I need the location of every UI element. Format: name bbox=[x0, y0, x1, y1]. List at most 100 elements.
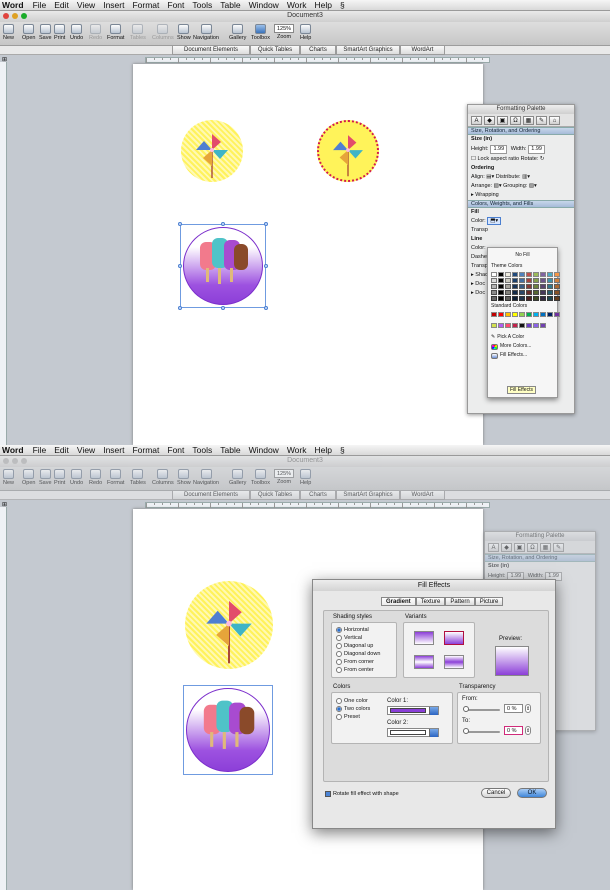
color-swatch[interactable] bbox=[505, 312, 511, 317]
ribbon-tab-charts[interactable]: Charts bbox=[300, 491, 336, 500]
color-swatch[interactable] bbox=[519, 278, 525, 283]
color-swatch[interactable] bbox=[547, 290, 553, 295]
shading-from-corner-radio[interactable]: From corner bbox=[336, 658, 392, 666]
palette-tools-icon[interactable]: ✎ bbox=[536, 116, 547, 125]
color-swatch[interactable] bbox=[540, 296, 546, 301]
color-swatch[interactable] bbox=[533, 323, 539, 328]
color-swatch[interactable] bbox=[498, 278, 504, 283]
toolbar-navigation-button[interactable]: Navigation bbox=[193, 24, 219, 45]
ribbon-tab-quick-tables[interactable]: Quick Tables bbox=[250, 46, 300, 55]
menu-edit[interactable]: Edit bbox=[54, 0, 69, 10]
ribbon-tab-document-elements[interactable]: Document Elements bbox=[172, 491, 250, 500]
color-swatch[interactable] bbox=[505, 284, 511, 289]
palette-styles-icon[interactable]: A bbox=[471, 116, 482, 125]
lock-checkbox[interactable]: ☐ bbox=[471, 156, 476, 162]
from-stepper[interactable]: ⇕ bbox=[525, 704, 531, 713]
to-stepper[interactable]: ⇕ bbox=[525, 726, 531, 735]
zoom-value[interactable]: 125% bbox=[274, 24, 294, 33]
toolbar-print-button[interactable]: Print bbox=[54, 24, 65, 45]
color-swatch[interactable] bbox=[505, 278, 511, 283]
color-swatch[interactable] bbox=[526, 272, 532, 277]
color-swatch[interactable] bbox=[554, 272, 560, 277]
tab-gradient[interactable]: Gradient bbox=[381, 597, 416, 606]
toolbar-undo-button[interactable]: Undo bbox=[70, 24, 83, 45]
color-swatch[interactable] bbox=[533, 278, 539, 283]
menu-table[interactable]: Table bbox=[220, 445, 240, 455]
color-swatch[interactable] bbox=[526, 323, 532, 328]
color-swatch[interactable] bbox=[554, 290, 560, 295]
toolbar-format-button[interactable]: Format bbox=[107, 469, 124, 490]
height-field[interactable]: 1.99 bbox=[490, 145, 508, 154]
variant-3[interactable] bbox=[414, 655, 434, 669]
palette-compat-icon[interactable]: ⌂ bbox=[549, 116, 560, 125]
menu-insert[interactable]: Insert bbox=[103, 0, 124, 10]
color-swatch[interactable] bbox=[526, 312, 532, 317]
variant-1[interactable] bbox=[414, 631, 434, 645]
color-swatch[interactable] bbox=[505, 296, 511, 301]
color-swatch[interactable] bbox=[547, 312, 553, 317]
tab-pattern[interactable]: Pattern bbox=[445, 597, 475, 606]
color-swatch[interactable] bbox=[512, 278, 518, 283]
toolbar-open-button[interactable]: Open bbox=[22, 24, 35, 45]
menu-font[interactable]: Font bbox=[167, 0, 184, 10]
color-swatch[interactable] bbox=[533, 272, 539, 277]
toolbar-help-button[interactable]: Help bbox=[300, 24, 311, 45]
horizontal-ruler[interactable] bbox=[145, 502, 490, 508]
palette-section-size[interactable]: Size, Rotation, and Ordering bbox=[485, 554, 595, 562]
color-swatch[interactable] bbox=[540, 272, 546, 277]
fill-color-button[interactable]: ⬒▾ bbox=[487, 217, 502, 225]
horizontal-ruler[interactable] bbox=[145, 57, 490, 63]
arrange-icon[interactable]: ▧▾ bbox=[494, 183, 502, 189]
palette-photos-icon[interactable]: ▦ bbox=[540, 543, 551, 552]
variant-2-selected[interactable] bbox=[444, 631, 464, 645]
cancel-button[interactable]: Cancel bbox=[481, 788, 511, 798]
toolbar-help-button[interactable]: Help bbox=[300, 469, 311, 490]
color-swatch[interactable] bbox=[533, 290, 539, 295]
color1-picker[interactable] bbox=[387, 706, 439, 715]
script-menu-icon[interactable]: § bbox=[340, 445, 345, 455]
toolbar-navigation-button[interactable]: Navigation bbox=[193, 469, 219, 490]
color-swatch[interactable] bbox=[519, 312, 525, 317]
color-swatch[interactable] bbox=[519, 296, 525, 301]
color-swatch[interactable] bbox=[491, 278, 497, 283]
color-swatch[interactable] bbox=[512, 296, 518, 301]
palette-tools-icon[interactable]: ✎ bbox=[553, 543, 564, 552]
color-swatch[interactable] bbox=[533, 296, 539, 301]
toolbar-tables-button[interactable]: Tables bbox=[130, 24, 146, 45]
pinwheel-hatched-shape[interactable] bbox=[181, 120, 243, 182]
toolbar-toolbox-button[interactable]: Toolbox bbox=[251, 469, 270, 490]
toolbar-open-button[interactable]: Open bbox=[22, 469, 35, 490]
menu-help[interactable]: Help bbox=[315, 445, 332, 455]
from-slider[interactable] bbox=[463, 706, 500, 712]
color-swatch[interactable] bbox=[512, 290, 518, 295]
ribbon-tab-quick-tables[interactable]: Quick Tables bbox=[250, 491, 300, 500]
shading-vertical-radio[interactable]: Vertical bbox=[336, 634, 392, 642]
more-colors-option[interactable]: More Colors... bbox=[488, 342, 557, 351]
resize-handle[interactable] bbox=[221, 222, 225, 226]
toolbar-gallery-button[interactable]: Gallery bbox=[229, 469, 246, 490]
resize-handle[interactable] bbox=[264, 306, 268, 310]
color-swatch[interactable] bbox=[512, 312, 518, 317]
menu-help[interactable]: Help bbox=[315, 0, 332, 10]
pick-a-color-option[interactable]: ✎ Pick A Color bbox=[488, 333, 557, 342]
width-field[interactable]: 1.99 bbox=[528, 145, 545, 154]
palette-section-size[interactable]: Size, Rotation, and Ordering bbox=[468, 127, 574, 135]
color-swatch[interactable] bbox=[533, 284, 539, 289]
ok-button[interactable]: OK bbox=[517, 788, 547, 798]
color-swatch[interactable] bbox=[498, 272, 504, 277]
toolbar-columns-button[interactable]: Columns bbox=[152, 469, 174, 490]
color-swatch[interactable] bbox=[554, 278, 560, 283]
palette-shapes-icon[interactable]: ◆ bbox=[501, 543, 512, 552]
color-swatch[interactable] bbox=[505, 323, 511, 328]
toolbar-tables-button[interactable]: Tables bbox=[130, 469, 146, 490]
resize-handle[interactable] bbox=[178, 264, 182, 268]
toolbar-toolbox-button[interactable]: Toolbox bbox=[251, 24, 270, 45]
menu-app[interactable]: Word bbox=[2, 0, 24, 10]
shading-horizontal-radio[interactable]: Horizontal bbox=[336, 626, 392, 634]
palette-shapes-icon[interactable]: ◆ bbox=[484, 116, 495, 125]
color-swatch[interactable] bbox=[547, 278, 553, 283]
color-swatch[interactable] bbox=[540, 323, 546, 328]
resize-handle[interactable] bbox=[178, 306, 182, 310]
color-swatch[interactable] bbox=[498, 284, 504, 289]
no-fill-option[interactable]: No Fill bbox=[488, 248, 557, 262]
